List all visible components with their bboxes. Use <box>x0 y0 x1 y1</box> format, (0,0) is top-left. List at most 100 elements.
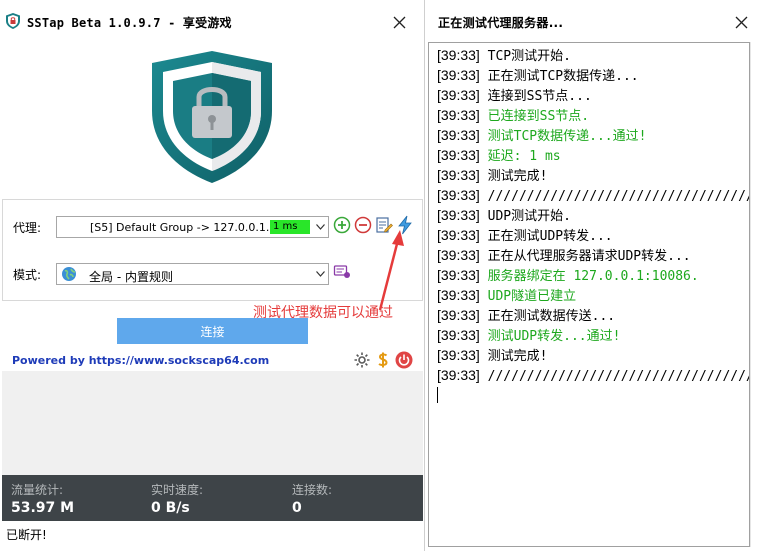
log-message: 测试UDP转发...通过! <box>487 329 621 344</box>
log-message: 测试完成! <box>487 349 548 364</box>
log-message: 连接到SS节点... <box>487 89 592 104</box>
log-line: [39:33] 已连接到SS节点. <box>429 105 749 125</box>
test-log[interactable]: [39:33] TCP测试开始. [39:33] 正在测试TCP数据传递... [3… <box>428 42 750 547</box>
log-line: [39:33] 服务器绑定在 127.0.0.1:10086. <box>429 265 749 285</box>
traffic-stat: 流量统计: 53.97 M <box>11 481 74 516</box>
stats-bar: 流量统计: 53.97 M 实时速度: 0 B/s 连接数: 0 <box>2 475 423 521</box>
latency-badge: 1 ms <box>270 220 310 234</box>
log-timestamp: [39:33] <box>437 287 480 303</box>
log-message: 正在从代理服务器请求UDP转发... <box>487 249 691 264</box>
close-icon <box>393 16 405 28</box>
log-line: [39:33] 正在从代理服务器请求UDP转发... <box>429 245 749 265</box>
mode-select[interactable]: 全局 - 内置规则 <box>56 263 329 285</box>
log-message: ////////////////////////////////////////… <box>487 369 749 384</box>
log-timestamp: [39:33] <box>437 127 480 143</box>
log-timestamp: [39:33] <box>437 47 480 63</box>
plus-circle-icon <box>333 216 351 234</box>
proxy-test-window: 正在测试代理服务器... [39:33] TCP测试开始. [39:33] 正在测… <box>428 0 768 551</box>
log-message: 延迟: 1 ms <box>487 149 561 164</box>
annotation-arrow <box>378 230 404 311</box>
connections-stat: 连接数: 0 <box>292 481 332 516</box>
log-message: 测试TCP数据传递...通过! <box>487 129 647 144</box>
test-window-title: 正在测试代理服务器... <box>438 16 564 30</box>
close-button[interactable] <box>386 9 412 35</box>
log-timestamp: [39:33] <box>437 107 480 123</box>
proxy-select[interactable]: [S5] Default Group -> 127.0.0.1... 1 ms <box>56 216 329 238</box>
log-line: [39:33] 正在测试UDP转发... <box>429 225 749 245</box>
log-line: [39:33] ////////////////////////////////… <box>429 185 749 205</box>
log-message: 正在测试UDP转发... <box>487 229 613 244</box>
mode-selected-value: 全局 - 内置规则 <box>89 270 173 284</box>
log-line: [39:33] ////////////////////////////////… <box>429 365 749 385</box>
log-timestamp: [39:33] <box>437 187 480 203</box>
traffic-label: 流量统计: <box>11 483 64 497</box>
log-lines: [39:33] TCP测试开始. [39:33] 正在测试TCP数据传递... [3… <box>429 45 749 385</box>
speed-stat: 实时速度: 0 B/s <box>151 481 203 516</box>
donate-button[interactable] <box>374 351 392 369</box>
log-message: 正在测试TCP数据传递... <box>487 69 639 84</box>
connections-value: 0 <box>292 500 302 516</box>
log-message: TCP测试开始. <box>487 49 571 64</box>
proxy-selected-value: [S5] Default Group -> 127.0.0.1... <box>90 221 277 234</box>
shield-icon <box>6 13 20 29</box>
chevron-down-icon <box>312 264 328 284</box>
log-line: [39:33] 测试UDP转发...通过! <box>429 325 749 345</box>
log-timestamp: [39:33] <box>437 167 480 183</box>
mode-edit-icon <box>333 265 350 278</box>
log-line: [39:33] 正在测试TCP数据传递... <box>429 65 749 85</box>
log-message: 服务器绑定在 127.0.0.1:10086. <box>487 269 699 284</box>
settings-button[interactable] <box>353 351 371 369</box>
connections-label: 连接数: <box>292 483 333 497</box>
shield-lock-logo <box>152 51 272 183</box>
sstap-main-window: SSTap Beta 1.0.9.7 - 享受游戏 代理: [S5] Defau… <box>0 0 425 551</box>
log-timestamp: [39:33] <box>437 307 480 323</box>
main-titlebar: SSTap Beta 1.0.9.7 - 享受游戏 <box>0 0 424 42</box>
proxy-settings-panel: 代理: [S5] Default Group -> 127.0.0.1... 1… <box>2 199 423 301</box>
log-message: 正在测试数据传送... <box>487 309 616 324</box>
speed-label: 实时速度: <box>151 483 204 497</box>
log-line: [39:33] UDP隧道已建立 <box>429 285 749 305</box>
log-line: [39:33] UDP测试开始. <box>429 205 749 225</box>
text-caret <box>437 387 438 403</box>
log-timestamp: [39:33] <box>437 207 480 223</box>
log-message: UDP隧道已建立 <box>487 289 577 304</box>
log-timestamp: [39:33] <box>437 227 480 243</box>
log-scrollbar[interactable] <box>750 42 768 547</box>
log-line: [39:33] TCP测试开始. <box>429 45 749 65</box>
log-line: [39:33] 测试完成! <box>429 345 749 365</box>
log-message: ////////////////////////////////////////… <box>487 189 749 204</box>
log-line: [39:33] 测试TCP数据传递...通过! <box>429 125 749 145</box>
log-message: 已连接到SS节点. <box>487 109 590 124</box>
minus-circle-icon <box>354 216 372 234</box>
power-button[interactable] <box>395 351 413 369</box>
mode-label: 模式: <box>13 268 42 282</box>
globe-icon <box>62 267 76 281</box>
test-close-button[interactable] <box>728 9 754 35</box>
content-gray-area <box>2 371 423 475</box>
log-timestamp: [39:33] <box>437 327 480 343</box>
close-icon <box>735 16 747 28</box>
mode-edit-button[interactable] <box>333 262 351 280</box>
speed-value: 0 B/s <box>151 500 190 516</box>
traffic-value: 53.97 M <box>11 500 75 516</box>
log-message: UDP测试开始. <box>487 209 571 224</box>
window-title: SSTap Beta 1.0.9.7 - 享受游戏 <box>27 16 232 30</box>
proxy-label: 代理: <box>13 221 42 235</box>
powered-by-link[interactable]: Powered by https://www.sockscap64.com <box>12 354 269 367</box>
chevron-down-icon <box>312 217 328 237</box>
power-icon <box>395 351 413 369</box>
log-timestamp: [39:33] <box>437 247 480 263</box>
status-bar: 已断开! <box>2 521 423 545</box>
log-timestamp: [39:33] <box>437 347 480 363</box>
log-message: 测试完成! <box>487 169 548 184</box>
add-proxy-button[interactable] <box>333 216 351 234</box>
log-line: [39:33] 正在测试数据传送... <box>429 305 749 325</box>
log-line: [39:33] 延迟: 1 ms <box>429 145 749 165</box>
log-timestamp: [39:33] <box>437 67 480 83</box>
remove-proxy-button[interactable] <box>354 216 372 234</box>
gear-icon <box>354 352 370 368</box>
connect-button[interactable]: 连接 <box>117 318 308 344</box>
log-timestamp: [39:33] <box>437 147 480 163</box>
log-timestamp: [39:33] <box>437 87 480 103</box>
log-timestamp: [39:33] <box>437 267 480 283</box>
